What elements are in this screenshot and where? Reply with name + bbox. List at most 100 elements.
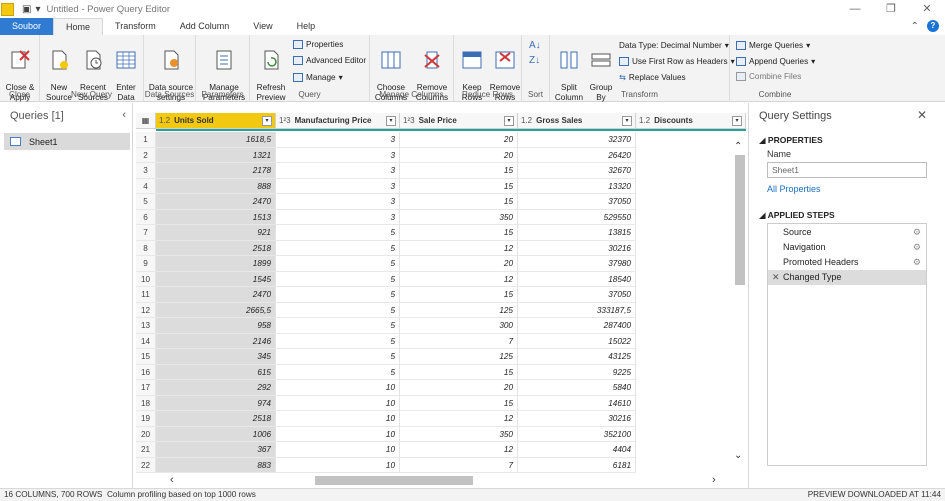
row-number[interactable]: 15: [136, 349, 156, 365]
table-cell[interactable]: 2665,5: [156, 302, 276, 318]
table-cell[interactable]: 2470: [156, 194, 276, 210]
type-icon[interactable]: 1.2: [639, 116, 650, 125]
table-cell[interactable]: 10: [276, 442, 400, 458]
table-cell[interactable]: 4404: [518, 442, 636, 458]
column-header-units-sold[interactable]: 1.2 Units Sold ▾: [156, 113, 276, 129]
row-number[interactable]: 6: [136, 209, 156, 225]
table-cell[interactable]: 5: [276, 240, 400, 256]
table-cell[interactable]: 20: [400, 380, 518, 396]
column-header-discounts[interactable]: 1.2 Discounts ▾: [636, 113, 746, 129]
tab-view[interactable]: View: [241, 18, 284, 35]
advanced-editor-button[interactable]: Advanced Editor: [293, 56, 366, 65]
table-cell[interactable]: 3: [276, 209, 400, 225]
row-number[interactable]: 19: [136, 411, 156, 427]
table-cell[interactable]: 3: [276, 194, 400, 210]
table-cell[interactable]: 7: [400, 333, 518, 349]
table-cell[interactable]: 615: [156, 364, 276, 380]
table-cell[interactable]: 5: [276, 318, 400, 334]
scroll-down-icon[interactable]: ⌄: [734, 450, 742, 461]
table-cell[interactable]: 333187,5: [518, 302, 636, 318]
table-cell[interactable]: 5840: [518, 380, 636, 396]
table-cell[interactable]: 15: [400, 225, 518, 241]
scroll-left-icon[interactable]: ‹: [170, 474, 174, 486]
row-number[interactable]: 17: [136, 380, 156, 396]
column-header-sale-price[interactable]: 1²3 Sale Price ▾: [400, 113, 518, 129]
tab-transform[interactable]: Transform: [103, 18, 168, 35]
table-cell[interactable]: 10: [276, 395, 400, 411]
applied-steps-section-header[interactable]: ◢ APPLIED STEPS: [759, 210, 835, 221]
table-cell[interactable]: 367: [156, 442, 276, 458]
status-profiling[interactable]: Column profiling based on top 1000 rows: [107, 489, 256, 501]
collapse-ribbon-icon[interactable]: ⌃: [911, 21, 919, 32]
table-cell[interactable]: 1899: [156, 256, 276, 272]
table-cell[interactable]: 125: [400, 349, 518, 365]
table-cell[interactable]: 883: [156, 457, 276, 473]
type-icon[interactable]: 1.2: [521, 116, 532, 125]
help-icon[interactable]: ?: [927, 20, 939, 32]
table-cell[interactable]: 958: [156, 318, 276, 334]
filter-dropdown-icon[interactable]: ▾: [262, 116, 272, 126]
table-cell[interactable]: 10: [276, 457, 400, 473]
table-cell[interactable]: 6181: [518, 457, 636, 473]
delete-step-icon[interactable]: ✕: [772, 270, 780, 285]
table-cell[interactable]: 2518: [156, 411, 276, 427]
row-number[interactable]: 20: [136, 426, 156, 442]
table-cell[interactable]: 529550: [518, 209, 636, 225]
merge-queries-button[interactable]: Merge Queries ▾: [736, 40, 810, 50]
scroll-right-icon[interactable]: ›: [712, 474, 716, 486]
table-cell[interactable]: 10: [276, 426, 400, 442]
properties-button[interactable]: Properties: [293, 40, 343, 49]
row-number[interactable]: 10: [136, 271, 156, 287]
filter-dropdown-icon[interactable]: ▾: [386, 116, 396, 126]
query-name-field[interactable]: Sheet1: [767, 162, 927, 178]
row-number[interactable]: 18: [136, 395, 156, 411]
table-cell[interactable]: 2518: [156, 240, 276, 256]
table-cell[interactable]: 43125: [518, 349, 636, 365]
save-icon[interactable]: ▣: [22, 4, 31, 15]
table-cell[interactable]: 3: [276, 132, 400, 148]
close-window-icon[interactable]: ✕: [909, 0, 945, 18]
table-cell[interactable]: 1006: [156, 426, 276, 442]
table-cell[interactable]: 37050: [518, 287, 636, 303]
row-number[interactable]: 22: [136, 457, 156, 473]
row-number[interactable]: 13: [136, 318, 156, 334]
table-cell[interactable]: 32670: [518, 163, 636, 179]
table-cell[interactable]: 1618,5: [156, 132, 276, 148]
table-cell[interactable]: 3: [276, 178, 400, 194]
row-number[interactable]: 12: [136, 302, 156, 318]
row-number[interactable]: 1: [136, 132, 156, 148]
column-header-gross-sales[interactable]: 1.2 Gross Sales ▾: [518, 113, 636, 129]
table-cell[interactable]: 2146: [156, 333, 276, 349]
row-number[interactable]: 21: [136, 442, 156, 458]
step-navigation[interactable]: Navigation ⚙: [768, 240, 926, 255]
table-cell[interactable]: 9225: [518, 364, 636, 380]
table-cell[interactable]: 888: [156, 178, 276, 194]
use-first-row-headers-button[interactable]: Use First Row as Headers ▾: [619, 56, 735, 66]
quick-access-dropdown-icon[interactable]: ▾: [35, 4, 40, 15]
manage-button[interactable]: Manage ▾: [293, 72, 343, 82]
append-queries-button[interactable]: Append Queries ▾: [736, 56, 815, 66]
step-settings-gear-icon[interactable]: ⚙: [913, 255, 921, 270]
table-cell[interactable]: 350: [400, 209, 518, 225]
vertical-scrollbar-thumb[interactable]: [735, 155, 745, 285]
step-promoted-headers[interactable]: Promoted Headers ⚙: [768, 255, 926, 270]
table-cell[interactable]: 12: [400, 271, 518, 287]
sort-ascending-icon[interactable]: A↓: [529, 40, 541, 51]
table-cell[interactable]: 1321: [156, 147, 276, 163]
maximize-icon[interactable]: ❐: [873, 0, 909, 18]
row-number[interactable]: 3: [136, 163, 156, 179]
filter-dropdown-icon[interactable]: ▾: [622, 116, 632, 126]
all-properties-link[interactable]: All Properties: [767, 184, 821, 194]
table-cell[interactable]: 20: [400, 147, 518, 163]
row-number[interactable]: 14: [136, 333, 156, 349]
table-cell[interactable]: 5: [276, 256, 400, 272]
collapse-queries-icon[interactable]: ‹: [122, 109, 126, 121]
step-settings-gear-icon[interactable]: ⚙: [913, 225, 921, 240]
replace-values-button[interactable]: ⇆ Replace Values: [619, 72, 686, 83]
table-cell[interactable]: 12: [400, 411, 518, 427]
table-cell[interactable]: 32370: [518, 132, 636, 148]
row-number[interactable]: 2: [136, 147, 156, 163]
table-cell[interactable]: 1545: [156, 271, 276, 287]
properties-section-header[interactable]: ◢ PROPERTIES: [759, 135, 823, 146]
table-cell[interactable]: 125: [400, 302, 518, 318]
